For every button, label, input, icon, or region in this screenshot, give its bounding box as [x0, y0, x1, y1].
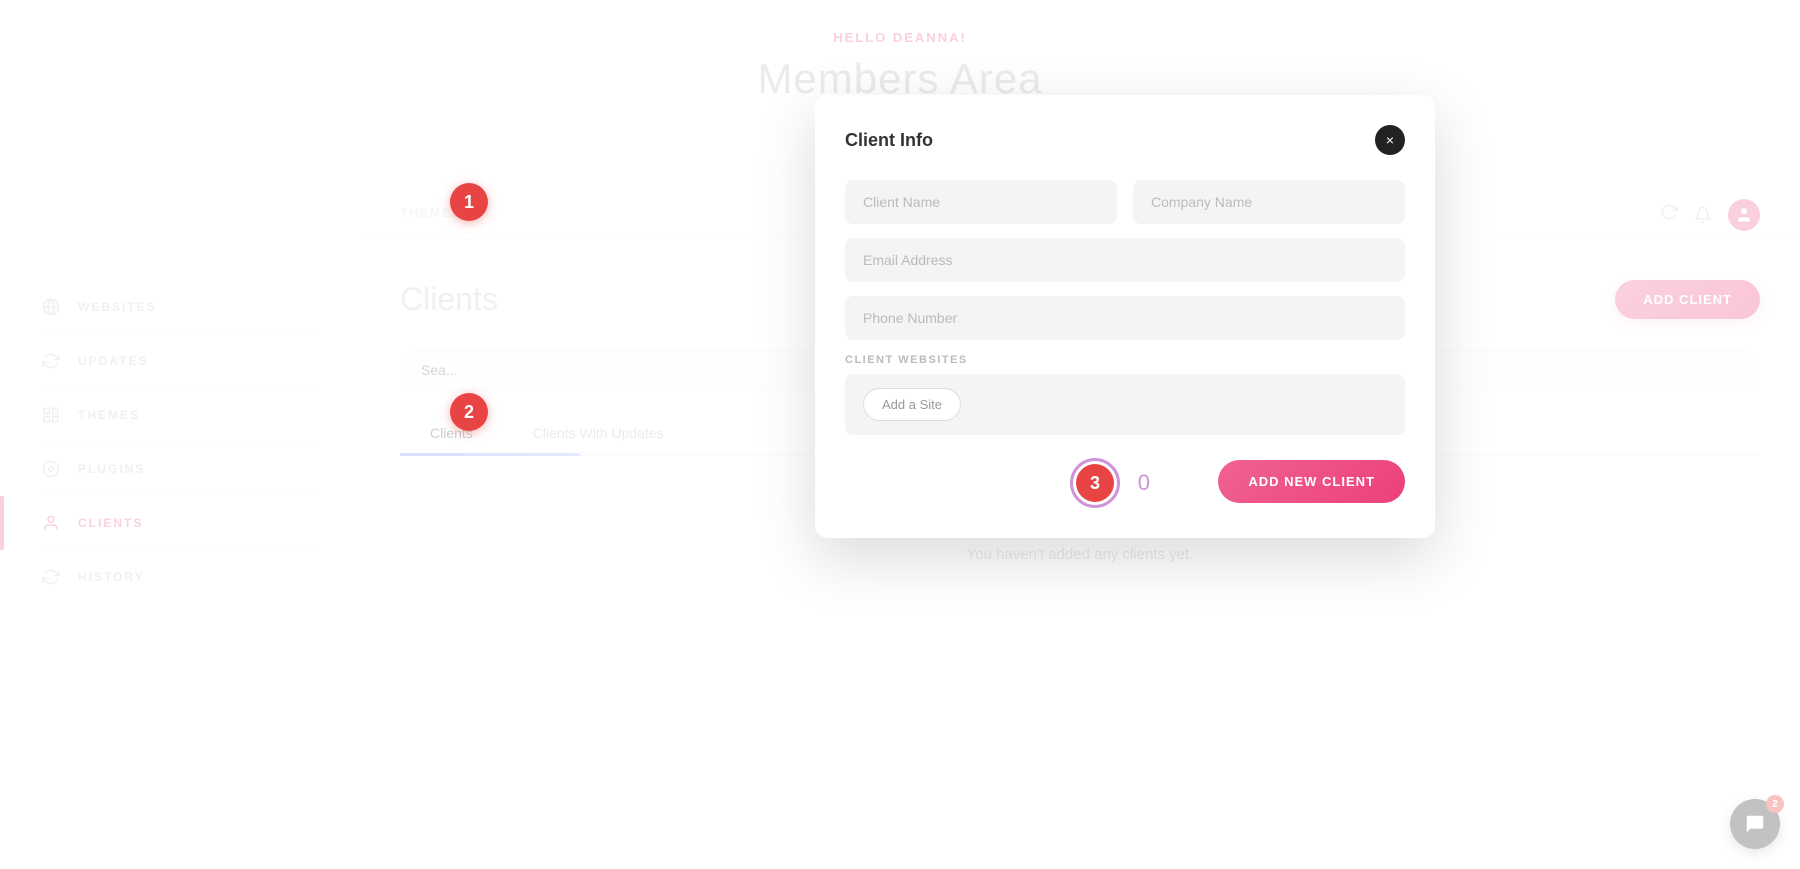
form-row-1 — [845, 180, 1405, 224]
form-row-2 — [845, 238, 1405, 282]
step-badge-1: 1 — [450, 183, 488, 221]
client-websites-label: CLIENT WEBSITES — [845, 354, 1405, 366]
add-site-button[interactable]: Add a Site — [863, 388, 961, 421]
client-websites-section: CLIENT WEBSITES Add a Site — [845, 354, 1405, 435]
phone-input[interactable] — [845, 296, 1405, 340]
add-new-client-button[interactable]: ADD NEW CLIENT — [1218, 460, 1405, 503]
email-input[interactable] — [845, 238, 1405, 282]
step-badge-3-ring: 3 — [1070, 458, 1120, 508]
company-name-input[interactable] — [1133, 180, 1405, 224]
step-badge-3: 3 — [1076, 464, 1114, 502]
modal-close-button[interactable]: × — [1375, 125, 1405, 155]
client-name-input[interactable] — [845, 180, 1117, 224]
modal-title: Client Info — [845, 130, 933, 151]
modal-header: Client Info × — [845, 125, 1405, 155]
client-info-modal: Client Info × CLIENT WEBSITES Add a Site… — [815, 95, 1435, 538]
step-badge-2: 2 — [450, 393, 488, 431]
form-row-3 — [845, 296, 1405, 340]
modal-footer: ADD NEW CLIENT — [845, 460, 1405, 503]
step-badge-3-wrapper: 3 0 — [1070, 458, 1120, 508]
step-count: 0 — [1138, 470, 1150, 496]
